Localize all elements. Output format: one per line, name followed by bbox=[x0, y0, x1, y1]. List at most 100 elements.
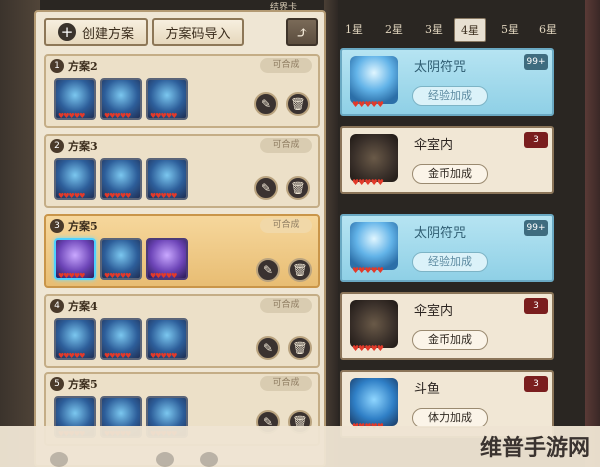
plan-status-badge: 可合成 bbox=[260, 298, 312, 313]
soul-count-badge: 3 bbox=[524, 376, 548, 392]
soul-bonus-tag: 经验加成 bbox=[412, 86, 488, 106]
rarity-hearts: ♥♥♥♥♥ bbox=[104, 272, 131, 280]
share-button[interactable]: ⤴ bbox=[286, 18, 318, 46]
plan-status-badge: 可合成 bbox=[260, 218, 312, 233]
soul-slot[interactable]: ♥♥♥♥♥ bbox=[54, 78, 96, 120]
plan-name: 方案5 bbox=[68, 220, 98, 233]
plan-list-panel: + 创建方案 方案码导入 ⤴ 1 方案2 可合成 ♥♥♥♥♥ ♥♥♥♥♥ ♥♥♥… bbox=[34, 10, 326, 467]
watermark-logo: 维普手游网 bbox=[479, 436, 590, 461]
soul-rarity: ♥♥♥♥♥ bbox=[352, 266, 384, 275]
rarity-hearts: ♥♥♥♥♥ bbox=[58, 112, 85, 120]
soul-name: 太阴符咒 bbox=[414, 226, 467, 241]
plan-card[interactable]: 2 方案3 可合成 ♥♥♥♥♥ ♥♥♥♥♥ ♥♥♥♥♥ ✎ 🗑 bbox=[44, 134, 320, 208]
plan-name: 方案4 bbox=[68, 300, 98, 313]
faint-button-icon bbox=[156, 452, 174, 467]
soul-slot[interactable]: ♥♥♥♥♥ bbox=[146, 158, 188, 200]
edit-icon[interactable]: ✎ bbox=[254, 92, 278, 116]
tab-2-star[interactable]: 2星 bbox=[378, 18, 410, 42]
soul-name: 伞室内 bbox=[414, 138, 454, 153]
import-code-button[interactable]: 方案码导入 bbox=[152, 18, 244, 46]
share-icon: ⤴ bbox=[295, 22, 309, 42]
faint-button-icon bbox=[200, 452, 218, 467]
rarity-hearts: ♥♥♥♥♥ bbox=[58, 352, 85, 360]
soul-slot[interactable]: ♥♥♥♥♥ bbox=[146, 318, 188, 360]
soul-slot[interactable]: ♥♥♥♥♥ bbox=[100, 238, 142, 280]
soul-rarity: ♥♥♥♥♥ bbox=[352, 344, 384, 353]
soul-name: 伞室内 bbox=[414, 304, 454, 319]
rarity-hearts: ♥♥♥♥♥ bbox=[150, 272, 177, 280]
plan-number: 1 bbox=[50, 59, 64, 73]
import-code-label: 方案码导入 bbox=[165, 26, 231, 42]
plan-status-badge: 可合成 bbox=[260, 376, 312, 391]
soul-inventory-panel: 1星 2星 3星 4星 5星 6星 ♥♥♥♥♥ 太阴符咒 经验加成 99+ ♥♥… bbox=[338, 14, 582, 467]
soul-count-badge: 99+ bbox=[524, 220, 548, 236]
soul-slot[interactable]: ♥♥♥♥♥ bbox=[146, 238, 188, 280]
plan-card-selected[interactable]: 3 方案5 可合成 ♥♥♥♥♥ ♥♥♥♥♥ ♥♥♥♥♥ ✎ 🗑 bbox=[44, 214, 320, 288]
edit-icon[interactable]: ✎ bbox=[256, 336, 280, 360]
tab-3-star[interactable]: 3星 bbox=[418, 18, 450, 42]
soul-slot[interactable]: ♥♥♥♥♥ bbox=[100, 158, 142, 200]
delete-icon[interactable]: 🗑 bbox=[288, 336, 312, 360]
plus-icon: + bbox=[57, 23, 76, 41]
soul-name: 斗鱼 bbox=[414, 382, 441, 397]
soul-umbrella-icon bbox=[350, 134, 398, 182]
edit-icon[interactable]: ✎ bbox=[256, 258, 280, 282]
soul-ice-icon bbox=[350, 56, 398, 104]
delete-icon[interactable]: 🗑 bbox=[288, 258, 312, 282]
rarity-hearts: ♥♥♥♥♥ bbox=[150, 112, 177, 120]
tab-6-star[interactable]: 6星 bbox=[532, 18, 564, 42]
soul-slot[interactable]: ♥♥♥♥♥ bbox=[146, 78, 188, 120]
plan-status-badge: 可合成 bbox=[260, 58, 312, 73]
soul-count-badge: 99+ bbox=[524, 54, 548, 70]
soul-bonus-tag: 体力加成 bbox=[412, 408, 488, 428]
plan-name: 方案2 bbox=[68, 60, 98, 73]
tab-5-star[interactable]: 5星 bbox=[494, 18, 526, 42]
soul-card[interactable]: ♥♥♥♥♥ 太阴符咒 经验加成 99+ bbox=[340, 214, 554, 282]
rarity-hearts: ♥♥♥♥♥ bbox=[104, 112, 131, 120]
plan-name: 方案3 bbox=[68, 140, 98, 153]
rarity-hearts: ♥♥♥♥♥ bbox=[58, 192, 85, 200]
plan-toolbar: + 创建方案 方案码导入 ⤴ bbox=[44, 18, 318, 46]
tab-1-star[interactable]: 1星 bbox=[338, 18, 370, 42]
soul-bonus-tag: 经验加成 bbox=[412, 252, 488, 272]
soul-ice-icon bbox=[350, 222, 398, 270]
faint-button-icon bbox=[50, 452, 68, 467]
plan-number: 3 bbox=[50, 219, 64, 233]
bottom-toolbar-faint bbox=[40, 452, 320, 467]
soul-umbrella-icon bbox=[350, 300, 398, 348]
plan-number: 5 bbox=[50, 377, 64, 391]
plan-name: 方案5 bbox=[68, 378, 98, 391]
panel-divider bbox=[324, 0, 338, 467]
plan-number: 4 bbox=[50, 299, 64, 313]
soul-card[interactable]: ♥♥♥♥♥ 伞室内 金币加成 3 bbox=[340, 126, 554, 194]
delete-icon[interactable]: 🗑 bbox=[286, 176, 310, 200]
rarity-hearts: ♥♥♥♥♥ bbox=[104, 192, 131, 200]
delete-icon[interactable]: 🗑 bbox=[286, 92, 310, 116]
soul-count-badge: 3 bbox=[524, 298, 548, 314]
soul-slot[interactable]: ♥♥♥♥♥ bbox=[100, 78, 142, 120]
soul-card[interactable]: ♥♥♥♥♥ 太阴符咒 经验加成 99+ bbox=[340, 48, 554, 116]
soul-slot[interactable]: ♥♥♥♥♥ bbox=[100, 318, 142, 360]
header-crumb: 结界卡 bbox=[270, 3, 298, 13]
edit-icon[interactable]: ✎ bbox=[254, 176, 278, 200]
soul-name: 太阴符咒 bbox=[414, 60, 467, 75]
soul-card[interactable]: ♥♥♥♥♥ 伞室内 金币加成 3 bbox=[340, 292, 554, 360]
soul-rarity: ♥♥♥♥♥ bbox=[352, 100, 384, 109]
plan-card[interactable]: 1 方案2 可合成 ♥♥♥♥♥ ♥♥♥♥♥ ♥♥♥♥♥ ✎ 🗑 bbox=[44, 54, 320, 128]
soul-bonus-tag: 金币加成 bbox=[412, 330, 488, 350]
soul-slot[interactable]: ♥♥♥♥♥ bbox=[54, 238, 96, 280]
plan-number: 2 bbox=[50, 139, 64, 153]
rarity-hearts: ♥♥♥♥♥ bbox=[150, 352, 177, 360]
right-edge bbox=[585, 0, 600, 467]
tab-4-star[interactable]: 4星 bbox=[454, 18, 486, 42]
soul-rarity: ♥♥♥♥♥ bbox=[352, 178, 384, 187]
rarity-hearts: ♥♥♥♥♥ bbox=[150, 192, 177, 200]
create-plan-button[interactable]: + 创建方案 bbox=[44, 18, 148, 46]
soul-slot[interactable]: ♥♥♥♥♥ bbox=[54, 318, 96, 360]
soul-bonus-tag: 金币加成 bbox=[412, 164, 488, 184]
soul-slot[interactable]: ♥♥♥♥♥ bbox=[54, 158, 96, 200]
soul-fish-icon bbox=[350, 378, 398, 426]
plan-card[interactable]: 4 方案4 可合成 ♥♥♥♥♥ ♥♥♥♥♥ ♥♥♥♥♥ ✎ 🗑 bbox=[44, 294, 320, 368]
star-filter-tabs: 1星 2星 3星 4星 5星 6星 bbox=[338, 18, 582, 42]
soul-count-badge: 3 bbox=[524, 132, 548, 148]
